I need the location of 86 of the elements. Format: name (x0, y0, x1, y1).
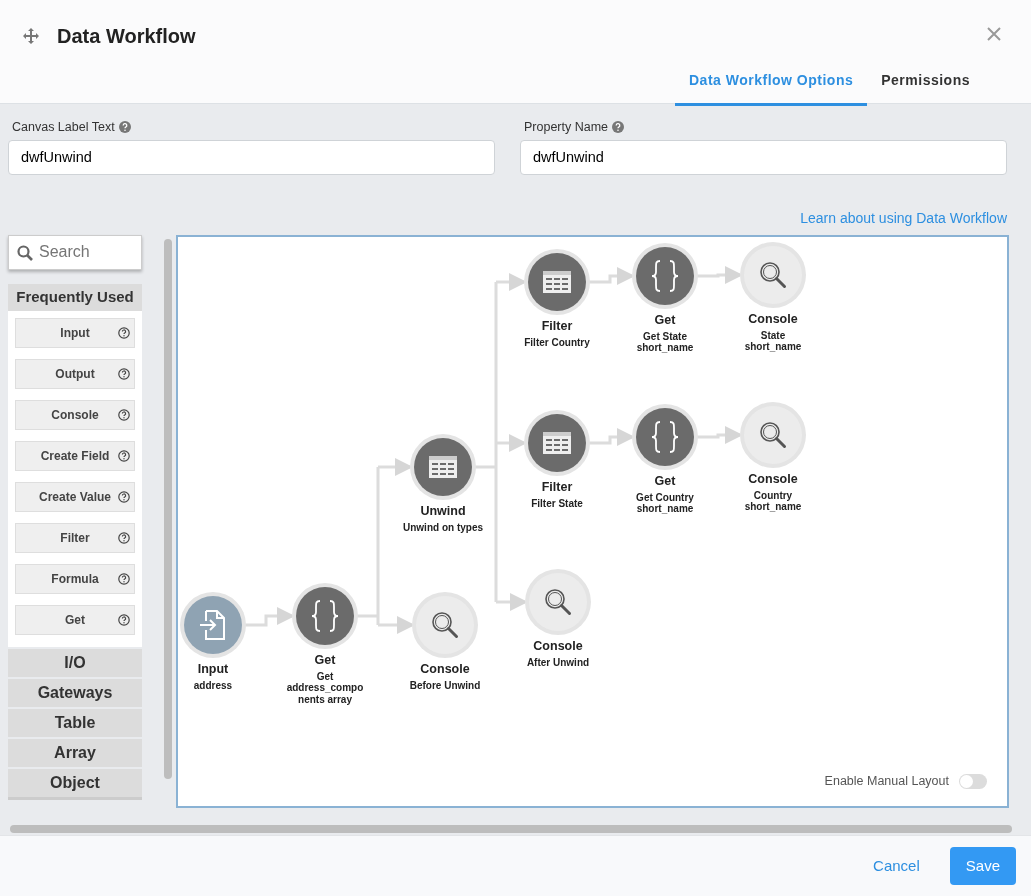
help-icon[interactable] (118, 449, 130, 462)
node-title: Get (653, 312, 677, 328)
node-title: Unwind (419, 503, 467, 519)
node-title: Input (196, 661, 230, 677)
help-icon[interactable] (118, 121, 131, 134)
node-title: Console (532, 638, 584, 654)
magnifier-icon (758, 259, 788, 290)
table-icon (542, 430, 572, 455)
palette-section-header[interactable]: Gateways (8, 678, 142, 707)
toggle-label: Enable Manual Layout (824, 773, 949, 790)
node-subtitle: Get Country short_name (636, 491, 694, 515)
node-subtitle: After Unwind (526, 656, 590, 669)
table-icon (542, 269, 572, 294)
node-subtitle: Get address_compo nents array (286, 670, 364, 706)
scrollbar[interactable] (164, 238, 172, 779)
node-circle[interactable] (414, 437, 472, 496)
help-icon[interactable] (612, 121, 625, 134)
braces-icon (650, 258, 680, 293)
node-subtitle: Filter Country (524, 336, 590, 349)
palette-item[interactable]: Input (15, 317, 135, 348)
node-circle[interactable] (529, 572, 587, 631)
palette-item[interactable]: Console (15, 399, 135, 430)
palette-section-header[interactable]: Frequently Used (8, 283, 142, 311)
palette-section-header[interactable]: Object (8, 768, 142, 797)
help-icon[interactable] (118, 572, 130, 585)
help-icon[interactable] (118, 531, 130, 544)
toggle-switch[interactable] (959, 773, 987, 789)
text-field[interactable]: dwfUnwind (8, 139, 495, 175)
node-circle[interactable] (296, 586, 354, 645)
dialog-title: Data Workflow (57, 24, 196, 49)
palette-item[interactable]: Create Field (15, 440, 135, 471)
palette-item[interactable]: Get (15, 604, 135, 635)
move-icon[interactable] (23, 28, 39, 44)
node-circle[interactable] (528, 252, 586, 311)
connector-arrow (588, 266, 635, 285)
node-title: Console (747, 311, 799, 327)
help-icon[interactable] (118, 367, 130, 380)
scrollbar[interactable] (10, 824, 1012, 833)
node-subtitle: Before Unwind (409, 679, 481, 692)
node-circle[interactable] (636, 407, 694, 466)
node-title: Filter (540, 479, 574, 495)
node-title: Console (419, 661, 471, 677)
close-icon[interactable] (987, 27, 1001, 41)
connector-arrow (696, 425, 743, 444)
help-icon[interactable] (118, 408, 130, 421)
table-icon (428, 454, 458, 479)
node-title: Get (313, 652, 337, 668)
node-subtitle: Filter State (531, 497, 583, 510)
palette-item[interactable]: Create Value (15, 481, 135, 512)
search-field[interactable]: Search (8, 234, 142, 270)
node-circle[interactable] (744, 405, 802, 464)
magnifier-icon (430, 609, 460, 640)
node-subtitle: State short_name (744, 329, 802, 353)
help-icon[interactable] (118, 613, 130, 626)
palette-item[interactable]: Formula (15, 563, 135, 594)
palette-item[interactable]: Filter (15, 522, 135, 553)
node-title: Console (747, 471, 799, 487)
palette-section-header[interactable]: I/O (8, 648, 142, 677)
text-field[interactable]: dwfUnwind (520, 139, 1007, 175)
dialog-tab[interactable]: Permissions (867, 70, 984, 106)
connector-arrow (244, 606, 295, 627)
node-circle[interactable] (184, 595, 242, 654)
connector-arrow (588, 427, 635, 446)
magnifier-icon (758, 419, 788, 450)
node-circle[interactable] (744, 245, 802, 304)
node-subtitle: Unwind on types (403, 521, 483, 534)
node-title: Get (653, 473, 677, 489)
node-subtitle: Country short_name (744, 489, 802, 513)
magnifier-icon (543, 586, 573, 617)
field-label: Canvas Label Text (12, 119, 115, 136)
palette-item[interactable]: Output (15, 358, 135, 389)
field-label: Property Name (524, 119, 609, 136)
help-icon[interactable] (118, 490, 130, 503)
node-circle[interactable] (528, 413, 586, 472)
node-subtitle: address (193, 679, 233, 692)
document-icon (198, 608, 228, 641)
node-title: Filter (540, 318, 574, 334)
node-subtitle: Get State short_name (636, 330, 694, 354)
palette-section-header[interactable]: Table (8, 708, 142, 737)
palette-section-header[interactable]: Array (8, 738, 142, 767)
help-icon[interactable] (118, 326, 130, 339)
connector-arrow (696, 265, 743, 284)
braces-icon (650, 419, 680, 454)
braces-icon (310, 598, 340, 633)
node-circle[interactable] (416, 595, 474, 654)
node-circle[interactable] (636, 246, 694, 305)
